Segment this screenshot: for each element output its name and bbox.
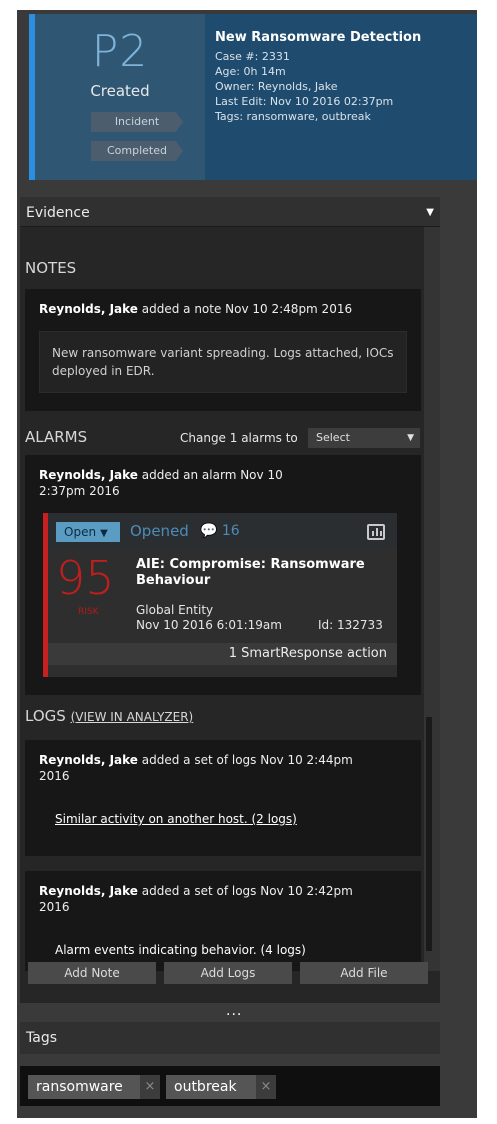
case-header: P2 Created Incident Completed New Ransom… <box>29 14 477 180</box>
view-in-analyzer-link[interactable]: (VIEW IN ANALYZER) <box>71 710 194 724</box>
add-file-button[interactable]: Add File <box>300 962 428 984</box>
select-value: Select <box>316 431 350 444</box>
notes-heading: NOTES <box>25 259 77 277</box>
smartresponse-action[interactable]: 1 SmartResponse action <box>48 643 397 665</box>
log-set-link[interactable]: Alarm events indicating behavior. (4 log… <box>55 943 306 957</box>
tag-label: ransomware <box>36 1079 123 1095</box>
add-note-button[interactable]: Add Note <box>28 962 156 984</box>
case-number: Case #: 2331 <box>215 50 290 63</box>
alarm-action-text: added an alarm <box>137 468 241 482</box>
alarm-toolbar: Open ▼ Opened 💬 16 <box>48 513 397 547</box>
case-tags: Tags: ransomware, outbreak <box>215 110 371 123</box>
comment-icon: 💬 <box>200 523 218 539</box>
alarms-heading: ALARMS <box>25 428 88 446</box>
tags-label: Tags <box>26 1030 57 1046</box>
case-age: Age: 0h 14m <box>215 65 286 78</box>
note-action: added a note <box>137 302 226 316</box>
case-title: New Ransomware Detection <box>215 30 422 45</box>
scrollbar-thumb[interactable] <box>426 717 432 951</box>
change-alarms-label: Change 1 alarms to <box>180 431 298 445</box>
evidence-dropdown[interactable]: Evidence ▼ <box>20 197 440 227</box>
close-icon[interactable]: × <box>256 1075 276 1099</box>
log-author-line: Reynolds, Jake added a set of logs Nov 1… <box>39 883 369 915</box>
alarm-date: Nov 10 2016 6:01:19am <box>136 618 282 632</box>
stage-chip[interactable]: Completed <box>91 141 183 161</box>
note-time: Nov 10 2:48pm 2016 <box>225 302 353 316</box>
priority-label: P2 <box>91 26 149 77</box>
log-card: Reynolds, Jake added a set of logs Nov 1… <box>25 740 421 856</box>
alarm-tile[interactable]: Open ▼ Opened 💬 16 95 RISK AIE: Compromis… <box>43 513 397 677</box>
risk-label: RISK <box>78 607 99 617</box>
chevron-down-icon: ▼ <box>426 207 434 218</box>
logs-heading-text: LOGS <box>25 707 66 725</box>
alarm-status-select[interactable]: Select ▼ <box>308 428 420 448</box>
evidence-label: Evidence <box>26 205 90 221</box>
chevron-down-icon: ▼ <box>100 528 108 539</box>
action-buttons: Add Note Add Logs Add File <box>20 957 440 991</box>
log-author: Reynolds, Jake <box>39 884 138 898</box>
log-set-link[interactable]: Similar activity on another host. (2 log… <box>55 812 297 826</box>
tag-label: outbreak <box>174 1079 237 1095</box>
close-icon[interactable]: × <box>140 1075 160 1099</box>
add-logs-button[interactable]: Add Logs <box>164 962 292 984</box>
alarm-status-button[interactable]: Open ▼ <box>56 522 120 542</box>
log-card: Reynolds, Jake added a set of logs Nov 1… <box>25 871 421 971</box>
tags-list: ransomware × outbreak × <box>20 1066 440 1106</box>
tag-chip: outbreak × <box>166 1075 276 1099</box>
comment-count[interactable]: 💬 16 <box>200 523 240 539</box>
case-summary: P2 Created Incident Completed <box>35 14 205 180</box>
chart-icon[interactable] <box>367 524 385 540</box>
alarm-author-line: Reynolds, Jake added an alarm Nov 10 2:3… <box>39 467 299 499</box>
note-author: Reynolds, Jake <box>39 302 138 316</box>
alarm-status-label: Open <box>64 525 97 539</box>
case-owner: Owner: Reynolds, Jake <box>215 80 338 93</box>
log-action: added a set of logs <box>137 753 261 767</box>
alarm-title[interactable]: AIE: Compromise: Ransomware Behaviour <box>136 557 386 589</box>
tag-chip: ransomware × <box>28 1075 160 1099</box>
log-author: Reynolds, Jake <box>39 753 138 767</box>
comment-count-value: 16 <box>221 523 240 539</box>
chevron-down-icon: ▼ <box>407 433 414 443</box>
log-action: added a set of logs <box>137 884 261 898</box>
resize-handle[interactable]: ... <box>226 1003 242 1019</box>
opened-label: Opened <box>130 522 189 540</box>
tags-section-header: Tags <box>20 1022 440 1054</box>
evidence-panel: Evidence ▼ NOTES Reynolds, Jake added a … <box>20 197 440 1003</box>
alarm-author: Reynolds, Jake <box>39 468 138 482</box>
note-author-line: Reynolds, Jake added a note Nov 10 2:48p… <box>39 301 352 317</box>
alarm-id: Id: 132733 <box>318 618 383 632</box>
status-label: Created <box>90 82 150 100</box>
note-card: Reynolds, Jake added a note Nov 10 2:48p… <box>25 289 421 411</box>
logs-heading: LOGS (VIEW IN ANALYZER) <box>25 707 193 725</box>
alarm-entity: Global Entity <box>136 603 214 617</box>
case-last-edit: Last Edit: Nov 10 2016 02:37pm <box>215 95 394 108</box>
log-author-line: Reynolds, Jake added a set of logs Nov 1… <box>39 752 369 784</box>
note-text: New ransomware variant spreading. Logs a… <box>52 346 394 378</box>
alarm-card: Reynolds, Jake added an alarm Nov 10 2:3… <box>25 455 421 695</box>
case-details: New Ransomware Detection Case #: 2331 Ag… <box>205 14 477 180</box>
note-body: New ransomware variant spreading. Logs a… <box>39 331 407 393</box>
type-chip[interactable]: Incident <box>91 112 183 132</box>
risk-score: 95 <box>56 551 115 605</box>
